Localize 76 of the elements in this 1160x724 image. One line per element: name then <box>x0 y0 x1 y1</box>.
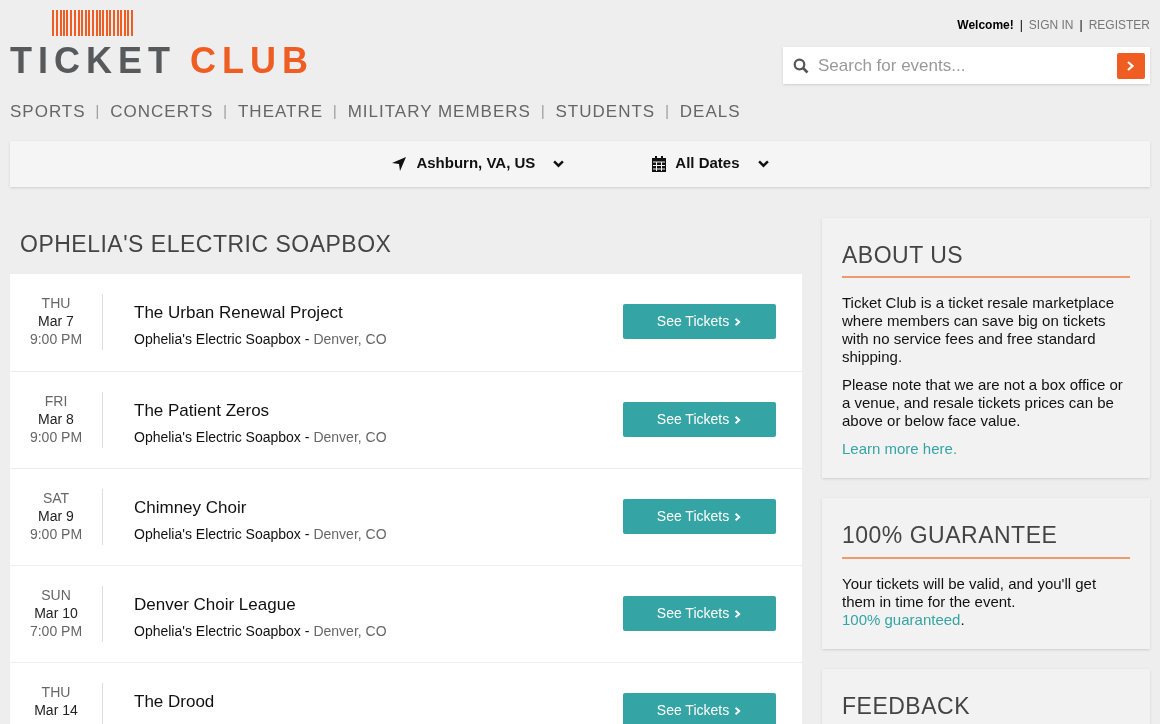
event-name[interactable]: The Drood <box>134 689 623 715</box>
guarantee-link[interactable]: 100% guaranteed <box>842 610 961 628</box>
barcode-icon <box>52 10 136 36</box>
event-date: Mar 10 <box>34 604 78 622</box>
event-date: Mar 9 <box>38 507 74 525</box>
see-tickets-button[interactable]: See Tickets <box>623 402 776 437</box>
chevron-right-icon <box>734 609 743 618</box>
event-day: SAT <box>42 489 70 507</box>
venue-title: OPHELIA'S ELECTRIC SOAPBOX <box>19 229 393 259</box>
event-venue: Ophelia's Electric Soapbox - <box>134 427 310 447</box>
nav-link[interactable]: STUDENTS <box>555 99 656 125</box>
event-day: THU <box>41 683 71 701</box>
card-title: ABOUT US <box>842 237 1130 278</box>
card-text: Ticket Club is a ticket resale marketplace where members can save big on tickets with no service fees and free standard shipping. <box>842 294 1116 366</box>
account-link[interactable]: REGISTER <box>1088 16 1150 34</box>
event-city: Denver, CO <box>313 621 387 641</box>
event-time: 7:00 PM <box>29 622 83 640</box>
nav-link[interactable]: SPORTS <box>10 99 86 125</box>
nav-link[interactable]: MILITARY MEMBERS <box>347 99 531 125</box>
see-tickets-button[interactable]: See Tickets <box>623 304 776 339</box>
nav-link[interactable]: THEATRE <box>237 99 324 125</box>
event-time: 9:00 PM <box>29 428 83 446</box>
filter-dropdown[interactable]: All Dates <box>652 152 769 175</box>
event-venue: Ophelia's Electric Soapbox - <box>134 621 310 641</box>
card-title: 100% GUARANTEE <box>842 518 1130 559</box>
see-tickets-button[interactable]: See Tickets <box>623 693 776 724</box>
learn-more-link[interactable]: Learn more here. <box>842 440 1130 458</box>
separator: | <box>333 102 338 122</box>
separator: | <box>540 102 546 122</box>
nav-link[interactable]: CONCERTS <box>110 99 214 125</box>
event-name[interactable]: The Patient Zeros <box>134 398 623 424</box>
event-day: FRI <box>44 392 68 410</box>
event-city: Denver, CO <box>313 427 387 447</box>
welcome-text: Welcome! <box>957 17 1014 34</box>
separator: | <box>665 102 670 122</box>
logo-text: TICKET <box>10 42 176 80</box>
event-venue: Ophelia's Electric Soapbox - <box>134 524 310 544</box>
chevron-right-icon <box>734 706 743 715</box>
separator: | <box>1019 17 1023 34</box>
event-time: 9:00 PM <box>29 330 83 348</box>
event-date: Mar 8 <box>38 410 74 428</box>
search-field[interactable]: Search for events... <box>783 47 1150 84</box>
event-date: Mar 7 <box>38 312 74 330</box>
event-name[interactable]: Denver Choir League <box>134 592 623 618</box>
card-title: FEEDBACK <box>842 688 1130 724</box>
separator: | <box>95 102 101 122</box>
see-tickets-button[interactable]: See Tickets <box>623 596 776 631</box>
event-day: SUN <box>41 586 71 604</box>
search-input[interactable]: Search for events... <box>818 52 1117 79</box>
event-name[interactable]: The Urban Renewal Project <box>134 300 623 326</box>
chevron-right-icon <box>1126 60 1136 71</box>
chevron-down-icon <box>757 158 769 169</box>
chevron-down-icon <box>553 158 565 169</box>
chevron-right-icon <box>734 512 743 521</box>
event-city: Denver, CO <box>313 524 387 544</box>
event-date: Mar 14 <box>34 701 78 719</box>
event-day: THU <box>41 294 71 312</box>
chevron-right-icon <box>734 415 743 424</box>
search-submit-button[interactable] <box>1117 52 1145 79</box>
event-time: 9:00 PM <box>29 525 83 543</box>
event-city: Denver, CO <box>313 329 387 349</box>
filter-dropdown[interactable]: Ashburn, VA, US <box>391 152 565 175</box>
separator: | <box>223 102 228 122</box>
location-arrow-icon <box>391 155 408 172</box>
event-venue: Ophelia's Electric Soapbox - <box>134 329 310 349</box>
event-name[interactable]: Chimney Choir <box>134 495 623 521</box>
card-text: Please note that we are not a box office or a venue, and resale tickets prices can be above or below face value. <box>842 376 1124 430</box>
separator: | <box>1079 17 1083 34</box>
logo-text: CLUB <box>190 42 314 80</box>
chevron-right-icon <box>734 317 743 326</box>
see-tickets-button[interactable]: See Tickets <box>623 499 776 534</box>
nav-link[interactable]: DEALS <box>679 99 741 125</box>
account-link[interactable]: SIGN IN <box>1028 16 1074 34</box>
calendar-icon <box>652 155 667 172</box>
card-text: Your tickets will be valid, and you'll get them in time for the event. 100% guaranteed. <box>842 574 1098 629</box>
search-icon <box>793 57 809 74</box>
